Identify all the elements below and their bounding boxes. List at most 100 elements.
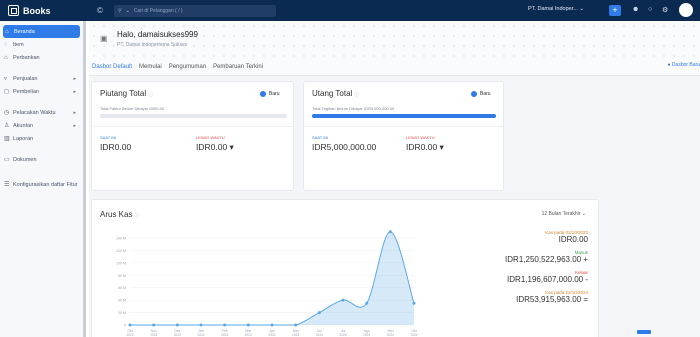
sidebar-item-penjualan[interactable]: ▿ Penjualan ▸ [0, 72, 83, 85]
new-label: Baru [480, 91, 491, 97]
receivables-card: Piutang Total ⓘ Baru Total Faktur Belum D… [91, 81, 295, 191]
data-point [246, 323, 250, 327]
divider [304, 126, 505, 127]
current-value: IDR5,000,000.00 [312, 142, 377, 152]
chevron-right-icon: ▸ [73, 88, 76, 95]
folder-icon: ▭ [4, 157, 10, 163]
search-placeholder: Cari di Pelanggan ( / ) [133, 7, 183, 14]
overdue-value[interactable]: IDR0.00 ▾ [406, 142, 444, 153]
sidebar-item-label: Akuntan [13, 122, 34, 129]
data-point [270, 323, 274, 327]
new-label: Baru [269, 91, 280, 97]
scrollbar-thumb[interactable] [637, 330, 651, 334]
data-point [412, 301, 416, 305]
organization-switcher[interactable]: PT. Damai Indoper... ⌄ [528, 6, 584, 12]
card-title: Utang Total ⓘ [312, 89, 359, 98]
x-tick-year: 2023 [126, 333, 133, 337]
bell-icon[interactable]: ○ [648, 6, 652, 13]
bank-icon: ⌂ [4, 54, 8, 61]
people-icon[interactable]: ☻ [632, 6, 639, 13]
greeting-title: Halo, damaisukses999 [117, 30, 198, 39]
cart-icon: ▿ [4, 76, 8, 82]
chevron-down-icon[interactable]: ⌄ [126, 8, 130, 14]
closing-balance-value: IDR53,915,963.00 = [516, 295, 588, 304]
cashflow-card: Arus Kas ⓘ 12 Bulan Terakhir ⌄ 0 20 M 40 M 6… [91, 199, 599, 337]
chevron-right-icon: ▸ [73, 122, 76, 129]
new-bill-button[interactable]: Baru [471, 91, 491, 97]
info-icon[interactable]: ⓘ [354, 92, 359, 98]
x-tick-year: 2024 [410, 333, 417, 337]
plus-circle-icon [260, 91, 266, 97]
sidebar-item-label: Penjualan [13, 75, 38, 82]
sidebar-item-label: Beranda [14, 28, 35, 35]
data-point [128, 323, 132, 327]
overdue-label: LEWAT WAKTU [196, 135, 225, 140]
app-name: Books [23, 5, 51, 16]
quick-create-button[interactable]: + [609, 5, 621, 16]
avatar[interactable] [679, 3, 693, 17]
new-dashboard-label: Dasbor Baru [671, 62, 700, 68]
y-tick-label: 80 M [118, 274, 126, 278]
gear-icon[interactable]: ⚙ [662, 6, 668, 14]
sidebar-item-configure-features[interactable]: ☰ Konfigurasikan daftar Fitur [0, 176, 83, 194]
sidebar-item-laporan[interactable]: ▥ Laporan [0, 132, 83, 145]
sidebar-item-dokumen[interactable]: ▭ Dokumen [0, 153, 83, 166]
sidebar-item-label: Item [13, 41, 24, 48]
x-tick-year: 2024 [245, 333, 252, 337]
sidebar-item-label: Laporan [13, 135, 34, 142]
current-value: IDR0.00 [100, 142, 132, 152]
receivables-title: Piutang Total [100, 89, 147, 98]
tab-pengumuman[interactable]: Pengumuman [169, 64, 206, 70]
tab-dasbor-default[interactable]: Dasbor Default [92, 64, 132, 70]
progress-fill [312, 114, 496, 118]
area-fill [130, 231, 414, 325]
y-tick-label: 60 M [118, 286, 126, 290]
x-tick-year: 2024 [387, 333, 394, 337]
x-tick-year: 2024 [316, 333, 323, 337]
sidebar-item-pembelian[interactable]: ◻ Pembelian ▸ [0, 85, 83, 98]
new-invoice-button[interactable]: Baru [260, 91, 280, 97]
item-icon: ◌ [4, 41, 8, 48]
x-tick-year: 2023 [174, 333, 181, 337]
info-icon[interactable]: ⓘ [134, 213, 139, 219]
x-tick-year: 2024 [339, 333, 346, 337]
payables-card: Utang Total ⓘ Baru Total Tagihan Belum Di… [303, 81, 505, 191]
sidebar: ⌂ Beranda ◌ Item ⌂ Perbankan ▿ Penjualan… [0, 21, 86, 337]
top-bar: Books © ⚲ ⌄ Cari di Pelanggan ( / ) PT. … [0, 0, 700, 21]
outgoing-value: IDR1,196,607,000.00 - [507, 275, 588, 284]
main-content: ▣ Halo, damaisukses999 PT. Damai Indoper… [89, 21, 700, 337]
incoming-value: IDR1,250,522,963.00 + [505, 255, 588, 264]
sidebar-item-label: Konfigurasikan daftar Fitur [13, 181, 78, 188]
sidebar-item-akuntan[interactable]: ♙ Akuntan ▸ [0, 119, 83, 132]
current-label: SAAT INI [312, 135, 329, 140]
divider [92, 126, 295, 127]
y-tick-label: 120 M [116, 249, 126, 253]
chevron-right-icon: ▸ [73, 75, 76, 82]
sidebar-item-item[interactable]: ◌ Item [0, 38, 83, 51]
new-dashboard-link[interactable]: ● Dasbor Baru [668, 62, 700, 68]
app-brand[interactable]: Books [0, 0, 86, 21]
tab-memulai[interactable]: Memulai [139, 64, 162, 70]
period-dropdown[interactable]: 12 Bulan Terakhir ⌄ [542, 211, 586, 217]
sidebar-item-pelacakan-waktu[interactable]: ◷ Pelacakan Waktu ▸ [0, 106, 83, 119]
y-tick-label: 140 M [116, 237, 126, 241]
overdue-value[interactable]: IDR0.00 ▾ [196, 142, 234, 153]
payables-progress [312, 114, 496, 118]
receivables-progress [100, 114, 287, 118]
sidebar-item-label: Pembelian [13, 88, 39, 95]
sidebar-item-beranda[interactable]: ⌂ Beranda [3, 25, 80, 38]
y-tick-label: 40 M [118, 299, 126, 303]
search-input[interactable]: ⚲ ⌄ Cari di Pelanggan ( / ) [114, 4, 276, 17]
y-tick-label: 100 M [116, 261, 126, 265]
tab-pembaruan-terkini[interactable]: Pembaruan Terkini [213, 64, 263, 70]
x-tick-year: 2023 [150, 333, 157, 337]
info-icon[interactable]: ⓘ [148, 92, 153, 98]
recent-icon[interactable]: © [92, 6, 108, 15]
cashflow-title: Arus Kas [100, 210, 133, 219]
x-tick-year: 2024 [221, 333, 228, 337]
books-logo-icon [8, 5, 19, 16]
sidebar-item-perbankan[interactable]: ⌂ Perbankan [0, 51, 83, 64]
chevron-right-icon: ▸ [73, 109, 76, 116]
